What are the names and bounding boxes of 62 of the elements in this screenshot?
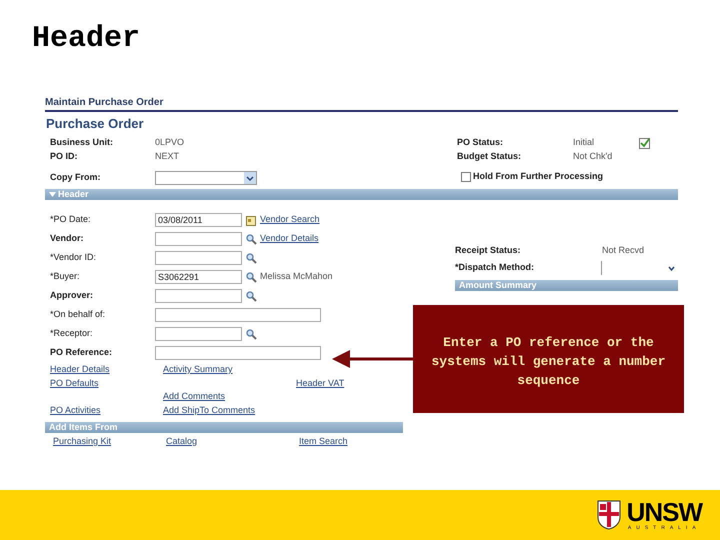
link[interactable]: PO Activities (50, 404, 101, 414)
link[interactable]: Item Search (299, 435, 348, 448)
breadcrumb: Maintain Purchase Order (45, 97, 164, 109)
input-field[interactable] (155, 251, 242, 265)
field-label: *On behalf of: (50, 308, 106, 322)
link[interactable]: Activity Summary (163, 364, 233, 374)
field-value: NEXT (155, 150, 180, 164)
section-header: Header (45, 189, 678, 200)
section-header: Amount Summary (455, 280, 678, 291)
magnifier-icon[interactable] (246, 252, 257, 264)
field-value: Initial (573, 136, 596, 150)
field-label: Copy From: (50, 171, 102, 184)
collapse-toggle[interactable] (49, 191, 56, 198)
field-label: PO Status: (457, 136, 504, 150)
field-value: Not Recvd (602, 244, 644, 256)
field-label: Receipt Status: (455, 244, 522, 257)
field-label: *Receptor: (50, 327, 94, 340)
field-label: PO Reference: (50, 346, 114, 360)
link[interactable]: Header VAT (296, 378, 344, 388)
hold-label: Hold From Further Processing (473, 170, 604, 184)
magnifier-icon[interactable] (246, 234, 257, 244)
field-label: Budget Status: (457, 150, 522, 164)
dispatch-dropdown[interactable] (601, 261, 676, 275)
input-field[interactable] (155, 232, 242, 246)
link[interactable]: Add Comments (163, 391, 226, 401)
field-label: Vendor: (50, 232, 85, 246)
buyer-name: Melissa McMahon (260, 270, 333, 284)
input-field[interactable]: S3062291 (155, 270, 242, 284)
field-label: *Buyer: (50, 270, 81, 284)
slide-title: Header (32, 24, 142, 58)
link[interactable]: Header Details (50, 364, 110, 374)
link[interactable]: Vendor Details (260, 232, 319, 246)
logo-text: UNSW (626, 499, 702, 525)
field-label: *PO Date: (50, 213, 92, 226)
crest-icon (596, 500, 621, 530)
link[interactable]: Vendor Search (260, 213, 320, 227)
hold-checkbox[interactable] (461, 172, 471, 182)
field-label: Approver: (50, 289, 94, 302)
link[interactable]: Catalog (166, 435, 198, 448)
field-value: Not Chk'd (573, 150, 614, 164)
field-label: PO ID: (50, 150, 79, 164)
field-label: *Dispatch Method: (455, 261, 536, 274)
magnifier-icon[interactable] (246, 328, 257, 340)
page-title: Purchase Order (46, 116, 145, 132)
field-label: Business Unit: (50, 136, 114, 150)
callout-text: Enter a PO reference or the systems will generate a number sequence (430, 334, 667, 390)
link[interactable]: Add ShipTo Comments (163, 404, 256, 414)
input-field[interactable] (155, 308, 321, 322)
magnifier-icon[interactable] (246, 272, 257, 282)
link[interactable]: PO Defaults (50, 378, 99, 388)
copy-from-dropdown[interactable] (155, 171, 257, 185)
calendar-icon[interactable] (246, 214, 256, 226)
magnifier-icon[interactable] (246, 290, 257, 302)
check-icon (639, 138, 650, 148)
input-field[interactable] (155, 346, 321, 360)
field-label: *Vendor ID: (50, 251, 98, 264)
input-field[interactable] (155, 289, 242, 303)
link[interactable]: Purchasing Kit (53, 435, 112, 448)
input-field[interactable] (155, 327, 242, 341)
section-header: Add Items From (45, 422, 403, 433)
input-field[interactable]: 03/08/2011 (155, 213, 242, 227)
field-value: 0LPVO (155, 136, 184, 150)
